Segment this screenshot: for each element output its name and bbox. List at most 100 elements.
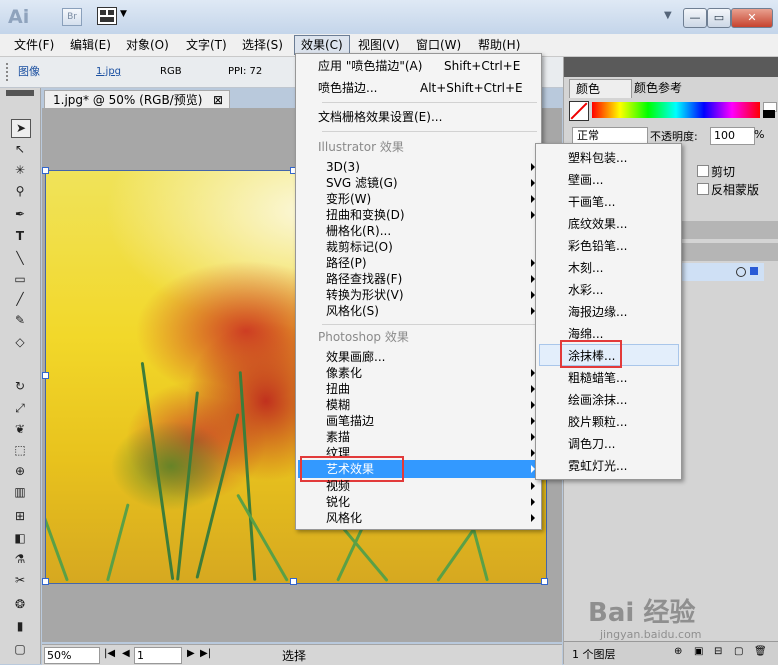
artistic-dry-brush[interactable]: 干画笔...: [568, 194, 615, 210]
tools-panel-header[interactable]: [6, 90, 34, 96]
effect-item-svg-filters[interactable]: SVG 滤镜(G): [326, 175, 398, 191]
line-tool-icon[interactable]: ╲: [11, 250, 29, 267]
artistic-cutout[interactable]: 木刻...: [568, 260, 603, 276]
panel-dock-header[interactable]: [564, 57, 778, 77]
artboard-tool-icon[interactable]: ▢: [11, 641, 29, 658]
effect-item-3d[interactable]: 3D(3): [326, 159, 360, 175]
layer-target-icon[interactable]: [736, 267, 746, 277]
delete-layer-icon[interactable]: 🗑: [754, 646, 767, 657]
menu-help[interactable]: 帮助(H): [472, 36, 526, 54]
bridge-button[interactable]: Br: [62, 8, 82, 26]
minimize-button[interactable]: —: [683, 8, 707, 28]
last-page-icon[interactable]: ▶|: [200, 648, 211, 659]
artistic-plastic-wrap[interactable]: 塑料包装...: [568, 150, 627, 166]
menu-object[interactable]: 对象(O): [120, 36, 175, 54]
effect-item-sketch[interactable]: 素描: [326, 429, 350, 445]
menu-select[interactable]: 选择(S): [236, 36, 289, 54]
column-graph-icon[interactable]: ▮: [11, 618, 29, 635]
document-tab[interactable]: 1.jpg* @ 50% (RGB/预览) ⊠: [44, 90, 230, 109]
menu-type[interactable]: 文字(T): [180, 36, 233, 54]
grip-handle[interactable]: [6, 63, 11, 81]
artistic-fresco[interactable]: 壁画...: [568, 172, 603, 188]
magic-wand-icon[interactable]: ✳: [11, 162, 29, 179]
graph-tool-icon[interactable]: ▥: [11, 484, 29, 501]
effect-item-sharpen[interactable]: 锐化: [326, 494, 350, 510]
artistic-poster-edges[interactable]: 海报边缘...: [568, 304, 627, 320]
clip-mask-icon[interactable]: ▣: [694, 646, 703, 657]
eraser-icon[interactable]: ◇: [11, 334, 29, 351]
last-effect-item[interactable]: 喷色描边...: [318, 80, 377, 96]
next-page-icon[interactable]: ▶: [187, 648, 195, 659]
opacity-input[interactable]: 100: [710, 127, 755, 145]
artistic-colored-pencil[interactable]: 彩色铅笔...: [568, 238, 627, 254]
bbox-handle[interactable]: [541, 578, 548, 585]
effect-item-path[interactable]: 路径(P): [326, 255, 367, 271]
effect-item-pixelate[interactable]: 像素化: [326, 365, 362, 381]
scissors-icon[interactable]: ✂: [11, 572, 29, 589]
type-tool-icon[interactable]: T: [11, 228, 29, 245]
mesh-tool-icon[interactable]: ⊞: [11, 508, 29, 525]
black-swatch[interactable]: [763, 110, 775, 118]
free-transform-icon[interactable]: ⬚: [11, 442, 29, 459]
artistic-rough-pastels[interactable]: 粗糙蜡笔...: [568, 370, 627, 386]
rectangle-tool-icon[interactable]: ▭: [11, 271, 29, 288]
effect-item-brush-strokes[interactable]: 画笔描边: [326, 413, 374, 429]
artistic-palette-knife[interactable]: 调色刀...: [568, 436, 615, 452]
bbox-handle[interactable]: [42, 372, 49, 379]
menu-effect[interactable]: 效果(C): [294, 35, 350, 55]
rotate-tool-icon[interactable]: ↻: [11, 378, 29, 395]
effect-item-warp[interactable]: 变形(W): [326, 191, 371, 207]
effect-item-video[interactable]: 视频: [326, 478, 350, 494]
paintbrush-icon[interactable]: ╱: [11, 291, 29, 308]
close-button[interactable]: ✕: [731, 8, 773, 28]
effect-item-convert-to-shape[interactable]: 转换为形状(V): [326, 287, 404, 303]
effect-item-distort-transform[interactable]: 扭曲和变换(D): [326, 207, 405, 223]
effect-item-stylize-ai[interactable]: 风格化(S): [326, 303, 379, 319]
linked-file-link[interactable]: 1.jpg: [96, 65, 121, 79]
tab-color[interactable]: 颜色: [569, 79, 632, 98]
artistic-underpainting[interactable]: 底纹效果...: [568, 216, 627, 232]
artistic-neon-glow[interactable]: 霓虹灯光...: [568, 458, 627, 474]
direct-selection-tool-icon[interactable]: ↖: [11, 141, 29, 158]
zoom-select[interactable]: 50%: [44, 647, 100, 664]
eyedropper-icon[interactable]: ⚗: [11, 551, 29, 568]
menu-file[interactable]: 文件(F): [8, 36, 60, 54]
menu-view[interactable]: 视图(V): [352, 36, 406, 54]
scale-tool-icon[interactable]: ⤢: [11, 400, 29, 417]
gradient-tool-icon[interactable]: ◧: [11, 530, 29, 547]
page-select[interactable]: 1: [134, 647, 182, 664]
workspace-arrow-icon[interactable]: ▼: [664, 10, 672, 21]
menu-edit[interactable]: 编辑(E): [64, 36, 117, 54]
new-layer-icon[interactable]: ▢: [734, 646, 743, 657]
tab-color-guide[interactable]: 颜色参考: [626, 79, 714, 97]
close-tab-icon[interactable]: ⊠: [213, 91, 223, 109]
warp-tool-icon[interactable]: ❦: [11, 421, 29, 438]
prev-page-icon[interactable]: ◀: [122, 648, 130, 659]
effect-item-blur[interactable]: 模糊: [326, 397, 350, 413]
invert-mask-checkbox[interactable]: [697, 183, 709, 195]
bbox-handle[interactable]: [42, 167, 49, 174]
menu-window[interactable]: 窗口(W): [410, 36, 467, 54]
shape-builder-icon[interactable]: ⊕: [11, 463, 29, 480]
pen-tool-icon[interactable]: ✒: [11, 206, 29, 223]
selection-tool-icon[interactable]: ➤: [11, 119, 31, 138]
first-page-icon[interactable]: |◀: [104, 648, 115, 659]
artistic-paint-daubs[interactable]: 绘画涂抹...: [568, 392, 627, 408]
document-raster-settings-item[interactable]: 文档栅格效果设置(E)...: [318, 109, 442, 125]
apply-last-effect-item[interactable]: 应用 "喷色描边"(A): [318, 58, 422, 74]
clip-checkbox[interactable]: [697, 165, 709, 177]
maximize-button[interactable]: ▭: [707, 8, 731, 28]
color-spectrum[interactable]: [592, 102, 760, 118]
artistic-film-grain[interactable]: 胶片颗粒...: [568, 414, 627, 430]
effect-item-distort[interactable]: 扭曲: [326, 381, 350, 397]
pencil-icon[interactable]: ✎: [11, 312, 29, 329]
arrange-dropdown-icon[interactable]: ▼: [120, 9, 127, 19]
effect-item-pathfinder[interactable]: 路径查找器(F): [326, 271, 402, 287]
new-sublayer-icon[interactable]: ⊟: [714, 646, 722, 657]
arrange-documents-icon[interactable]: [97, 7, 117, 25]
no-color-swatch[interactable]: [569, 101, 589, 121]
lasso-icon[interactable]: ⚲: [11, 183, 29, 200]
effect-item-rasterize[interactable]: 栅格化(R)...: [326, 223, 391, 239]
symbol-sprayer-icon[interactable]: ❂: [11, 596, 29, 613]
artistic-watercolor[interactable]: 水彩...: [568, 282, 603, 298]
